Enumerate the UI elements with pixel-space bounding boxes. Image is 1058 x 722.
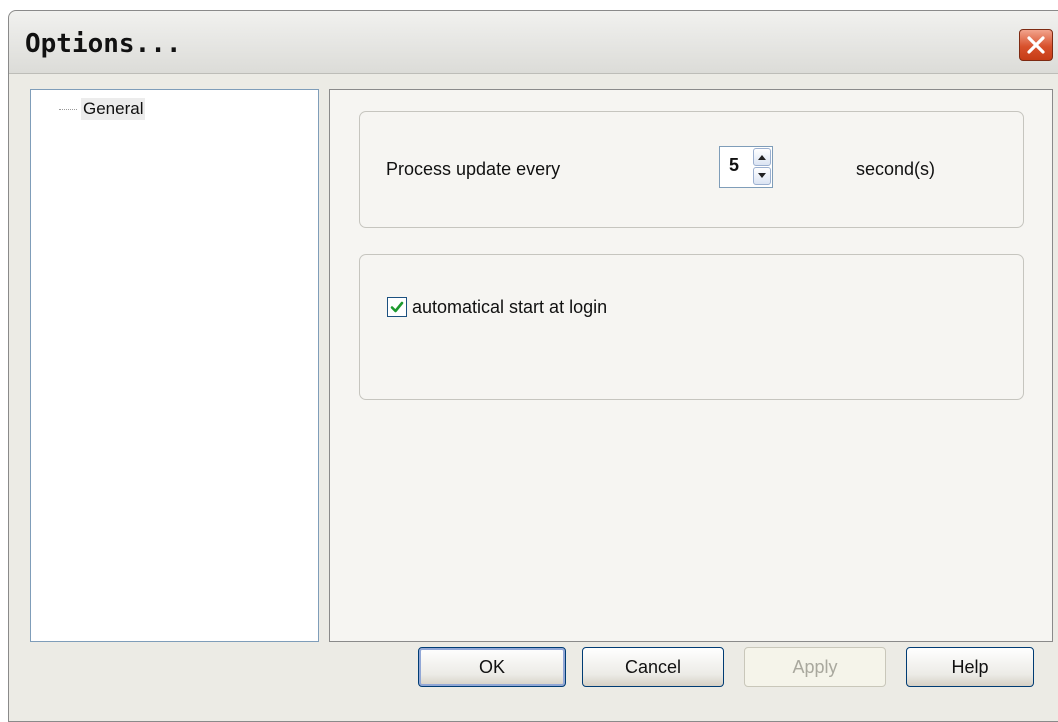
ok-button[interactable]: OK [418, 647, 566, 687]
help-button[interactable]: Help [906, 647, 1034, 687]
tree-connector [59, 108, 77, 110]
settings-panel: Process update every 5 second(s) automat… [329, 89, 1053, 642]
update-interval-group: Process update every 5 second(s) [359, 111, 1024, 228]
stepper-up-button[interactable] [753, 148, 771, 166]
seconds-label: second(s) [856, 159, 936, 179]
interval-value[interactable]: 5 [729, 155, 739, 176]
chevron-down-icon [758, 173, 766, 178]
options-dialog: Options... General Process update every … [8, 10, 1058, 722]
stepper-down-button[interactable] [753, 167, 771, 185]
dialog-title: Options... [25, 29, 182, 59]
apply-button[interactable]: Apply [744, 647, 886, 687]
category-tree[interactable]: General [30, 89, 319, 642]
tree-item-label: General [81, 98, 146, 120]
autostart-label[interactable]: automatical start at login [412, 297, 607, 318]
process-update-label: Process update every [386, 159, 561, 179]
chevron-up-icon [758, 155, 766, 160]
check-icon [390, 301, 404, 313]
title-bar[interactable]: Options... [9, 11, 1058, 74]
close-button[interactable] [1019, 29, 1053, 61]
tree-item-general[interactable]: General [59, 98, 146, 120]
cancel-button[interactable]: Cancel [582, 647, 724, 687]
interval-stepper[interactable]: 5 [719, 146, 773, 188]
close-icon [1027, 36, 1045, 54]
autostart-checkbox[interactable] [387, 297, 407, 317]
startup-group: automatical start at login [359, 254, 1024, 400]
